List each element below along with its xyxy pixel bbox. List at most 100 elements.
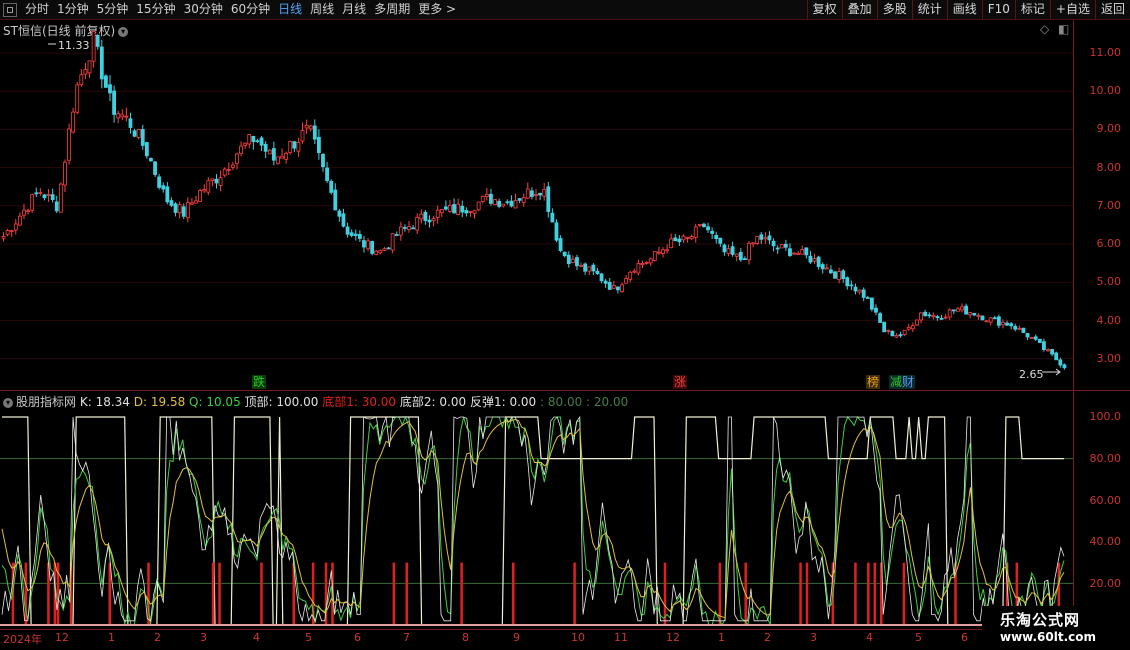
period-tab[interactable]: 多周期	[370, 0, 414, 19]
candle-body	[259, 137, 264, 146]
indicator-tick: 60.00	[1089, 494, 1122, 507]
candle-body	[763, 237, 768, 240]
indicator-tick: 20.00	[1089, 577, 1122, 590]
date-tick: 5	[305, 631, 312, 644]
period-tab[interactable]: 15分钟	[132, 0, 179, 19]
candle-body	[964, 305, 968, 315]
stats-button[interactable]: 统计	[911, 0, 947, 19]
draw-button[interactable]: 画线	[946, 0, 982, 19]
candle-body	[243, 142, 248, 146]
candle-body	[357, 233, 362, 239]
adjust-button[interactable]: 复权	[806, 0, 842, 19]
mark-button[interactable]: 标记	[1014, 0, 1050, 19]
panel-divider[interactable]	[0, 390, 1130, 391]
candle-body	[816, 256, 821, 267]
candle-body	[362, 240, 366, 248]
candle-body	[136, 129, 141, 138]
add-watchlist-button[interactable]: +自选	[1049, 0, 1095, 19]
candle-body	[255, 140, 260, 143]
period-tab[interactable]: 分时	[21, 0, 53, 19]
candle-body	[218, 177, 223, 186]
candle-body	[587, 266, 592, 272]
period-tab[interactable]: 周线	[306, 0, 338, 19]
candle-body	[9, 230, 14, 233]
more-periods-button[interactable]: 更多 >	[414, 0, 460, 19]
bottom-signal-bar	[405, 562, 408, 625]
bottom-signal-bar	[902, 562, 906, 625]
candle-body	[329, 180, 334, 193]
period-tab[interactable]: 60分钟	[227, 0, 274, 19]
candle-body	[13, 223, 18, 231]
candle-body	[570, 258, 575, 263]
window-toggle-icon[interactable]	[3, 2, 17, 17]
candle-body	[730, 246, 735, 255]
period-tab[interactable]: 30分钟	[180, 0, 227, 19]
candle-body	[464, 210, 469, 214]
candle-body	[108, 84, 112, 94]
indicator-value: 顶部: 100.00	[244, 395, 319, 409]
event-tag-text: 榜	[867, 375, 880, 389]
candle-body	[677, 238, 682, 243]
back-button[interactable]: 返回	[1094, 0, 1130, 19]
candle-body	[538, 192, 542, 196]
indicator-chart[interactable]	[0, 408, 1073, 628]
candle-body	[22, 209, 26, 216]
price-tick: 5.00	[1096, 275, 1122, 288]
chevron-down-icon[interactable]: ▾	[3, 397, 13, 408]
date-tick: 4	[253, 631, 260, 644]
candle-body	[443, 206, 448, 210]
date-tick: 3	[810, 631, 817, 644]
event-tag[interactable]: 涨	[673, 375, 688, 389]
candle-body	[853, 286, 858, 292]
bottom-signal-bar	[854, 562, 857, 625]
candle-body	[54, 201, 59, 212]
price-tick: 11.00	[1089, 46, 1122, 59]
candle-body	[640, 263, 645, 266]
candle-body	[984, 320, 989, 323]
event-tag[interactable]: 跌	[252, 375, 267, 389]
candle-body	[304, 125, 309, 129]
candle-body	[296, 141, 301, 152]
candle-body	[595, 270, 600, 275]
multi-stock-button[interactable]: 多股	[876, 0, 912, 19]
date-tick: 12	[55, 631, 69, 644]
candle-body	[636, 263, 641, 274]
low-price-label: 2.65	[1019, 368, 1044, 381]
watermark-url: www.60lt.com	[1000, 630, 1097, 644]
candle-body	[632, 270, 637, 273]
candle-body	[714, 235, 719, 240]
event-tag[interactable]: 减财	[889, 375, 916, 389]
price-chart[interactable]	[0, 20, 1073, 390]
candle-body	[906, 326, 911, 330]
candle-body	[341, 213, 346, 227]
candle-body	[743, 258, 747, 261]
candle-body	[202, 189, 207, 192]
candle-body	[292, 141, 297, 149]
period-tab[interactable]: 1分钟	[53, 0, 93, 19]
period-tab[interactable]: 5分钟	[93, 0, 133, 19]
period-tab-active[interactable]: 日线	[274, 0, 306, 19]
candle-body	[226, 169, 231, 171]
date-tick: 4	[866, 631, 873, 644]
high-price-label: 11.33	[58, 39, 90, 52]
candle-body	[702, 223, 706, 228]
candle-body	[829, 269, 833, 274]
candle-body	[190, 202, 194, 205]
candle-body	[956, 308, 960, 312]
bottom-signal-bar	[260, 562, 263, 625]
indicator-value: K: 18.34	[79, 395, 130, 409]
candle-body	[124, 115, 129, 118]
indicator-name[interactable]: 股朋指标网	[16, 395, 76, 409]
candle-body	[1054, 352, 1059, 361]
overlay-button[interactable]: 叠加	[841, 0, 877, 19]
candle-body	[882, 321, 887, 333]
candle-body	[747, 243, 751, 261]
price-tick: 9.00	[1096, 122, 1122, 135]
candle-body	[996, 316, 1001, 326]
f10-button[interactable]: F10	[981, 0, 1015, 19]
indicator-value: Q: 10.05	[189, 395, 241, 409]
date-tick: 9	[513, 631, 520, 644]
candle-body	[693, 226, 698, 238]
period-tab[interactable]: 月线	[338, 0, 370, 19]
event-tag[interactable]: 榜	[866, 375, 881, 389]
